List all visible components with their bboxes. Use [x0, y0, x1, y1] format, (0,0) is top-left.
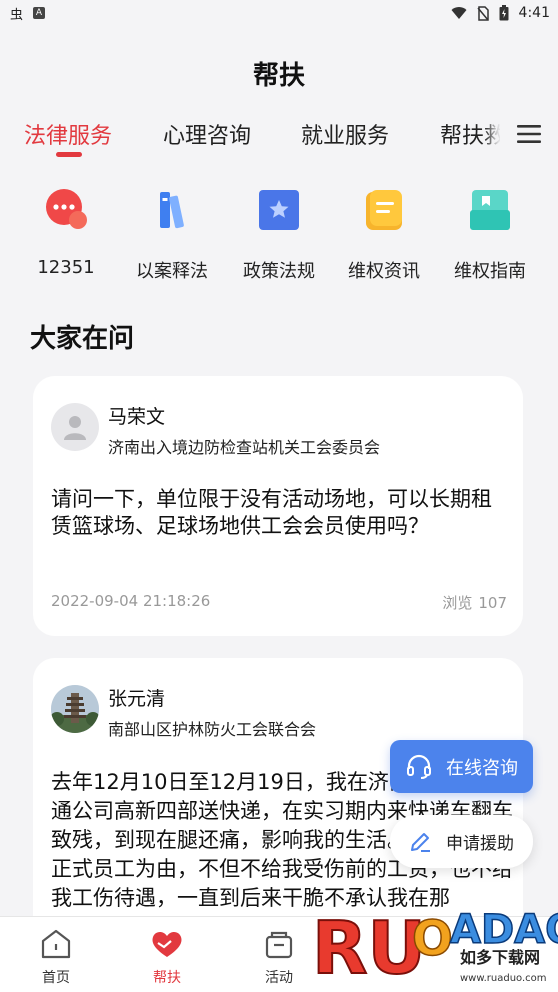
headset-icon — [407, 754, 431, 779]
note-icon — [359, 185, 409, 235]
active-tab-indicator — [56, 152, 82, 157]
nav-label: 首页 — [42, 970, 70, 986]
hamburger-icon — [517, 125, 541, 143]
online-consult-label: 在线咨询 — [446, 757, 518, 779]
page-title: 帮扶 — [252, 61, 305, 91]
svg-text:如多下载网: 如多下载网 — [460, 948, 540, 967]
battery-icon — [499, 5, 509, 21]
nav-home[interactable]: 首页 — [16, 925, 96, 987]
user-name: 张元清 — [108, 688, 166, 710]
question-card[interactable]: 马荣文 济南出入境边防检查站机关工会委员会 请问一下，单位限于没有活动场地，可以… — [33, 376, 523, 636]
user-organization: 济南出入境边防检查站机关工会委员会 — [108, 438, 381, 457]
user-organization: 南部山区护林防火工会联合会 — [108, 720, 317, 739]
status-left: 虫 A — [10, 4, 46, 23]
chat-bubble-icon — [41, 185, 91, 235]
tab-employment-service[interactable]: 就业服务 — [301, 118, 389, 150]
status-bar: 虫 A 4:41 — [0, 0, 558, 26]
service-label: 维权指南 — [454, 261, 526, 282]
svg-text:RU: RU — [312, 906, 426, 990]
service-label: 12351 — [37, 257, 95, 278]
service-case-law[interactable]: 以案释法 — [122, 185, 222, 283]
service-label: 以案释法 — [136, 261, 208, 282]
question-text: 请问一下，单位限于没有活动场地，可以长期租赁篮球场、足球场地供工会会员使用吗？ — [51, 487, 492, 538]
service-rights-news[interactable]: 维权资讯 — [334, 185, 434, 283]
status-right: 4:41 — [451, 5, 550, 21]
nav-label: 帮扶 — [153, 970, 181, 986]
apply-assistance-label: 申请援助 — [446, 834, 514, 854]
tab-psychological-consult[interactable]: 心理咨询 — [163, 118, 251, 150]
books-icon — [147, 185, 197, 235]
user-name: 马荣文 — [108, 406, 166, 428]
watermark-logo: RU O ADAO 如多下载网 www.ruaduo.com — [310, 885, 558, 992]
gift-box-icon — [239, 925, 319, 963]
tab-legal-service[interactable]: 法律服务 — [24, 118, 112, 150]
view-count: 浏览 107 — [436, 592, 507, 613]
guide-box-icon — [465, 185, 515, 235]
service-12351[interactable]: 12351 — [16, 185, 116, 278]
nav-label: 活动 — [265, 970, 293, 986]
svg-text:www.ruaduo.com: www.ruaduo.com — [460, 973, 547, 984]
service-policy[interactable]: 政策法规 — [229, 185, 329, 283]
service-rights-guide[interactable]: 维权指南 — [440, 185, 540, 283]
views-value: 107 — [478, 594, 507, 612]
wifi-icon — [451, 7, 467, 20]
avatar — [51, 685, 99, 733]
service-label: 政策法规 — [243, 261, 315, 282]
tab-assistance[interactable]: 帮扶救助 — [440, 118, 502, 150]
pagoda-photo-icon — [51, 685, 99, 733]
default-user-icon — [64, 416, 86, 440]
heart-hand-icon — [127, 925, 207, 963]
clock: 4:41 — [518, 5, 550, 21]
avatar — [51, 403, 99, 451]
watermark-graphic: RU O ADAO 如多下载网 www.ruaduo.com — [311, 905, 558, 991]
question-date: 2022-09-04 21:18:26 — [51, 592, 211, 610]
pencil-icon — [411, 832, 430, 852]
service-label: 维权资讯 — [348, 261, 420, 282]
no-sim-icon — [476, 5, 489, 21]
star-doc-icon — [254, 185, 304, 235]
apply-assistance-button[interactable]: 申请援助 — [390, 815, 533, 868]
app-notification-icon: A — [33, 7, 46, 19]
svg-text:O: O — [412, 911, 453, 967]
notification-icon: 虫 — [10, 7, 24, 23]
views-label: 浏览 — [442, 594, 473, 612]
nav-assist[interactable]: 帮扶 — [127, 925, 207, 987]
nav-activity[interactable]: 活动 — [239, 925, 319, 987]
tab-menu-button[interactable] — [500, 110, 558, 158]
tab-assistance-clip: 帮扶救助 — [436, 112, 502, 156]
service-grid: 12351 以案释法 政策法规 维权资讯 维权指南 — [0, 185, 558, 285]
section-title: 大家在问 — [30, 324, 135, 354]
home-icon — [16, 925, 96, 963]
online-consult-button[interactable]: 在线咨询 — [390, 740, 533, 793]
